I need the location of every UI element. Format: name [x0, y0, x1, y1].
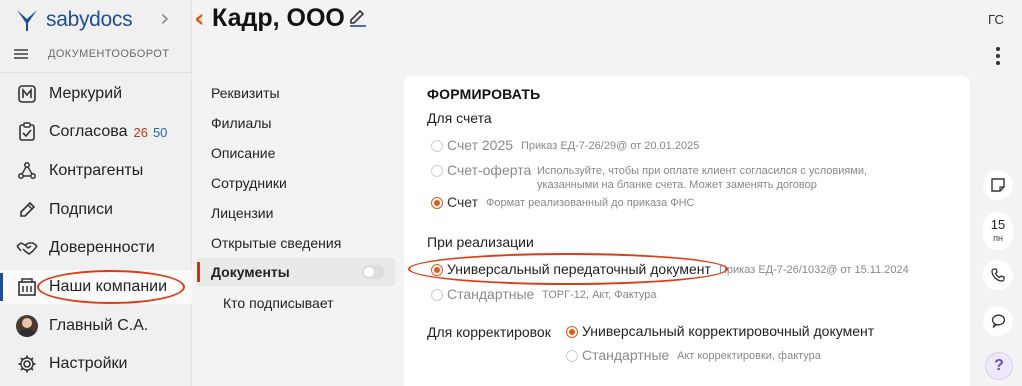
option-corrections-standard-label[interactable]: Стандартные	[582, 347, 669, 363]
calendar-day: 15	[990, 217, 1006, 232]
section-label: ДОКУМЕНТООБОРОТ	[48, 48, 170, 60]
radio-invoice-2025[interactable]	[431, 140, 443, 152]
chat-button[interactable]	[983, 306, 1013, 336]
radio-invoice-legacy[interactable]	[431, 197, 443, 209]
back-arrow-icon[interactable]: ‹	[194, 6, 205, 32]
invoice-group-label: Для счета	[427, 110, 492, 126]
user-initials[interactable]: ГС	[988, 12, 1004, 27]
sidebar: sabydocs › ДОКУМЕНТООБОРОТ Меркурий Согл…	[0, 0, 192, 386]
phone-icon	[991, 268, 1005, 282]
documents-toggle[interactable]	[362, 265, 384, 279]
handshake-icon	[16, 237, 38, 259]
sidebar-item-label: Доверенности	[49, 239, 155, 256]
edit-pencil-icon[interactable]	[349, 9, 367, 27]
gear-icon	[16, 353, 38, 375]
brand-name: sabydocs	[46, 8, 133, 31]
approvals-count-total: 50	[152, 124, 168, 140]
company-nav-item-requisites[interactable]: Реквизиты	[197, 79, 395, 107]
approvals-count-urgent: 26	[133, 124, 148, 140]
company-nav-item-employees[interactable]: Сотрудники	[197, 169, 395, 197]
option-invoice-2025-label[interactable]: Счет 2025	[447, 137, 513, 153]
brand-logo[interactable]: sabydocs	[14, 6, 133, 34]
company-nav-item-description[interactable]: Описание	[197, 139, 395, 167]
company-nav-item-licenses[interactable]: Лицензии	[197, 199, 395, 227]
radio-invoice-offer[interactable]	[431, 165, 443, 177]
option-sale-standard-note: ТОРГ-12, Акт, Фактура	[542, 289, 657, 301]
approval-clipboard-icon	[16, 121, 38, 143]
option-sale-upd-note: Приказ ЕД-7-26/1032@ от 15.11.2024	[719, 264, 909, 276]
menu-icon[interactable]	[14, 48, 30, 60]
radio-sale-standard[interactable]	[431, 289, 443, 301]
sidebar-item-approvals[interactable]: Согласова 26 50	[0, 115, 192, 149]
divider	[0, 72, 192, 73]
signature-pen-icon	[16, 199, 38, 221]
option-invoice-offer-note-line2: указанными на бланке счета. Может заменя…	[537, 179, 817, 191]
company-nav-item-documents[interactable]: Документы	[197, 258, 395, 286]
help-button[interactable]: ?	[985, 352, 1013, 380]
sidebar-item-label: Главный С.А.	[49, 317, 149, 334]
corrections-group-label: Для корректировок	[427, 324, 551, 340]
option-invoice-2025-note: Приказ ЕД-7-26/29@ от 20.01.2025	[521, 140, 700, 152]
contractors-icon	[16, 160, 38, 182]
avatar-slot	[16, 315, 38, 337]
option-corrections-standard-note: Акт корректировки, фактура	[677, 350, 821, 362]
company-nav-item-label: Документы	[211, 264, 290, 280]
building-icon	[16, 276, 38, 298]
notes-button[interactable]	[983, 170, 1013, 200]
option-invoice-legacy-note: Формат реализованный до приказа ФНС	[486, 197, 695, 209]
highlight-ring-annotation	[37, 270, 185, 304]
chat-bubble-icon	[991, 314, 1005, 328]
section-title: ФОРМИРОВАТЬ	[427, 86, 541, 102]
saby-logo-icon	[17, 10, 37, 31]
sidebar-item-label: Меркурий	[49, 85, 123, 102]
company-nav-item-branches[interactable]: Филиалы	[197, 109, 395, 137]
calendar-weekday: пн	[993, 233, 1003, 243]
option-invoice-legacy-label[interactable]: Счет	[447, 194, 478, 210]
chevron-right-icon[interactable]: ›	[160, 6, 180, 30]
sidebar-item-contractors[interactable]: Контрагенты	[0, 154, 192, 188]
page-title: Кадр, ООО	[212, 4, 345, 32]
radio-corrections-ukd[interactable]	[566, 326, 578, 338]
sidebar-item-power-of-attorney[interactable]: Доверенности	[0, 231, 192, 265]
section-switcher[interactable]: ДОКУМЕНТООБОРОТ	[14, 44, 169, 64]
option-sale-standard-label[interactable]: Стандартные	[447, 286, 534, 302]
company-nav-item-open-info[interactable]: Открытые сведения	[197, 229, 395, 257]
more-options-icon[interactable]	[995, 47, 1001, 65]
mercury-m-icon	[16, 83, 38, 105]
sidebar-item-label: Подписи	[49, 201, 113, 218]
option-corrections-ukd-label[interactable]: Универсальный корректировочный документ	[582, 323, 874, 339]
sidebar-item-mercury[interactable]: Меркурий	[0, 77, 192, 111]
avatar	[16, 315, 38, 337]
calendar-date-button[interactable]: 15 пн	[983, 212, 1013, 250]
sidebar-item-label: Согласова	[49, 123, 128, 140]
phone-button[interactable]	[983, 260, 1013, 290]
sidebar-item-settings[interactable]: Настройки	[0, 347, 192, 381]
highlight-ring-annotation	[408, 253, 728, 285]
radio-corrections-standard[interactable]	[566, 350, 578, 362]
option-invoice-offer-note-line1: Используйте, чтобы при оплате клиент сог…	[537, 165, 868, 177]
sidebar-item-user-profile[interactable]: Главный С.А.	[0, 309, 192, 343]
document-settings-card: ФОРМИРОВАТЬ Для счета Счет 2025 Приказ Е…	[404, 76, 970, 386]
option-invoice-offer-label[interactable]: Счет-оферта	[447, 162, 531, 178]
sidebar-item-label: Контрагенты	[49, 162, 144, 179]
sale-group-label: При реализации	[427, 234, 534, 250]
note-icon	[991, 178, 1005, 192]
sidebar-item-label: Настройки	[49, 355, 128, 372]
company-nav-item-signers[interactable]: Кто подписывает	[197, 289, 395, 317]
sidebar-item-signatures[interactable]: Подписи	[0, 193, 192, 227]
